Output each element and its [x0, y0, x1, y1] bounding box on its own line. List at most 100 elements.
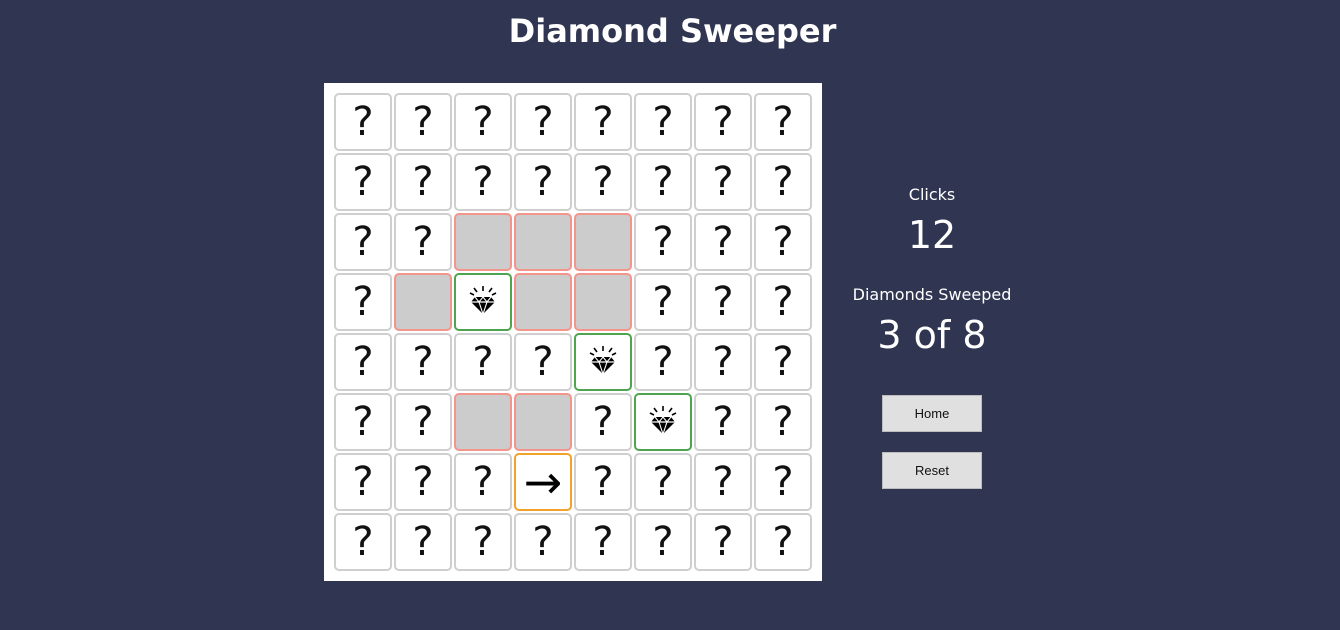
board-cell-empty: [454, 393, 512, 451]
question-mark-icon: ?: [772, 279, 794, 325]
board-cell-hidden[interactable]: ?: [754, 273, 812, 331]
board-cell-hidden[interactable]: ?: [334, 513, 392, 571]
board-cell-hidden[interactable]: ?: [394, 153, 452, 211]
question-mark-icon: ?: [652, 279, 674, 325]
question-mark-icon: ?: [772, 339, 794, 385]
board-cell-hidden[interactable]: ?: [574, 513, 632, 571]
question-mark-icon: ?: [712, 279, 734, 325]
diamond-icon: [467, 284, 499, 320]
board-cell-hidden[interactable]: ?: [334, 213, 392, 271]
board-cell-hidden[interactable]: ?: [634, 333, 692, 391]
board-cell-empty: [574, 273, 632, 331]
game-board: ????????????????????????????????????????…: [324, 83, 822, 581]
board-cell-hidden[interactable]: ?: [454, 153, 512, 211]
board-cell-hidden[interactable]: ?: [634, 453, 692, 511]
board-cell-hidden[interactable]: ?: [754, 513, 812, 571]
board-cell-hidden[interactable]: ?: [694, 93, 752, 151]
question-mark-icon: ?: [352, 159, 374, 205]
question-mark-icon: ?: [472, 519, 494, 565]
board-cell-hidden[interactable]: ?: [694, 213, 752, 271]
question-mark-icon: ?: [592, 519, 614, 565]
arrow-right-icon: →: [523, 455, 563, 509]
home-button[interactable]: Home: [882, 395, 982, 432]
board-cell-diamond: [634, 393, 692, 451]
board-cell-hidden[interactable]: ?: [574, 453, 632, 511]
board-cell-hidden[interactable]: ?: [634, 273, 692, 331]
question-mark-icon: ?: [592, 159, 614, 205]
board-cell-empty: [514, 213, 572, 271]
board-cell-hidden[interactable]: ?: [634, 213, 692, 271]
question-mark-icon: ?: [412, 99, 434, 145]
board-cell-hidden[interactable]: ?: [394, 453, 452, 511]
board-cell-hidden[interactable]: ?: [754, 213, 812, 271]
board-cell-hidden[interactable]: ?: [514, 153, 572, 211]
board-cell-hidden[interactable]: ?: [754, 453, 812, 511]
board-cell-hidden[interactable]: ?: [634, 153, 692, 211]
board-cell-hidden[interactable]: ?: [754, 153, 812, 211]
board-cell-hidden[interactable]: ?: [454, 453, 512, 511]
question-mark-icon: ?: [532, 99, 554, 145]
board-cell-hidden[interactable]: ?: [754, 393, 812, 451]
question-mark-icon: ?: [772, 159, 794, 205]
board-cell-hidden[interactable]: ?: [574, 153, 632, 211]
board-cell-hidden[interactable]: ?: [394, 393, 452, 451]
question-mark-icon: ?: [352, 459, 374, 505]
board-cell-hidden[interactable]: ?: [394, 93, 452, 151]
board-cell-hidden[interactable]: ?: [514, 513, 572, 571]
board-cell-empty: [574, 213, 632, 271]
board-cell-hidden[interactable]: ?: [394, 513, 452, 571]
board-cell-hidden[interactable]: ?: [334, 93, 392, 151]
question-mark-icon: ?: [472, 339, 494, 385]
question-mark-icon: ?: [712, 159, 734, 205]
question-mark-icon: ?: [712, 339, 734, 385]
board-cell-empty: [514, 273, 572, 331]
question-mark-icon: ?: [652, 339, 674, 385]
board-cell-hidden[interactable]: ?: [334, 453, 392, 511]
board-cell-hidden[interactable]: ?: [754, 333, 812, 391]
diamonds-sweeped-label: Diamonds Sweeped: [852, 285, 1012, 304]
board-cell-hidden[interactable]: ?: [694, 513, 752, 571]
board-cell-hidden[interactable]: ?: [334, 333, 392, 391]
board-cell-hidden[interactable]: ?: [394, 213, 452, 271]
question-mark-icon: ?: [352, 519, 374, 565]
clicks-label: Clicks: [908, 185, 956, 204]
question-mark-icon: ?: [712, 459, 734, 505]
board-cell-empty: [514, 393, 572, 451]
board-cell-hidden[interactable]: ?: [454, 93, 512, 151]
diamonds-sweeped-count: 3 of 8: [877, 313, 987, 357]
page-title: Diamond Sweeper: [508, 12, 837, 50]
board-cell-hidden[interactable]: ?: [634, 513, 692, 571]
board-cell-hidden[interactable]: ?: [634, 93, 692, 151]
reset-button[interactable]: Reset: [882, 452, 982, 489]
board-cell-hidden[interactable]: ?: [694, 453, 752, 511]
board-cell-hidden[interactable]: ?: [454, 333, 512, 391]
board-cell-empty: [454, 213, 512, 271]
board-cell-hidden[interactable]: ?: [334, 153, 392, 211]
question-mark-icon: ?: [772, 399, 794, 445]
question-mark-icon: ?: [712, 99, 734, 145]
question-mark-icon: ?: [412, 459, 434, 505]
board-cell-hidden[interactable]: ?: [754, 93, 812, 151]
question-mark-icon: ?: [472, 99, 494, 145]
board-cell-hidden[interactable]: ?: [574, 393, 632, 451]
board-cell-hidden[interactable]: ?: [394, 333, 452, 391]
question-mark-icon: ?: [352, 339, 374, 385]
board-cell-hidden[interactable]: ?: [694, 153, 752, 211]
question-mark-icon: ?: [412, 399, 434, 445]
board-cell-hidden[interactable]: ?: [334, 393, 392, 451]
question-mark-icon: ?: [652, 219, 674, 265]
board-cell-hidden[interactable]: ?: [514, 93, 572, 151]
board-cell-hidden[interactable]: ?: [454, 513, 512, 571]
question-mark-icon: ?: [652, 459, 674, 505]
diamond-icon: [587, 344, 619, 380]
board-cell-hidden[interactable]: ?: [514, 333, 572, 391]
board-cell-hidden[interactable]: ?: [694, 393, 752, 451]
board-cell-hidden[interactable]: ?: [694, 333, 752, 391]
question-mark-icon: ?: [412, 219, 434, 265]
board-cell-hidden[interactable]: ?: [334, 273, 392, 331]
question-mark-icon: ?: [712, 219, 734, 265]
board-cell-hidden[interactable]: ?: [694, 273, 752, 331]
board-grid: ????????????????????????????????????????…: [334, 93, 812, 571]
board-cell-hidden[interactable]: ?: [574, 93, 632, 151]
board-cell-diamond: [574, 333, 632, 391]
